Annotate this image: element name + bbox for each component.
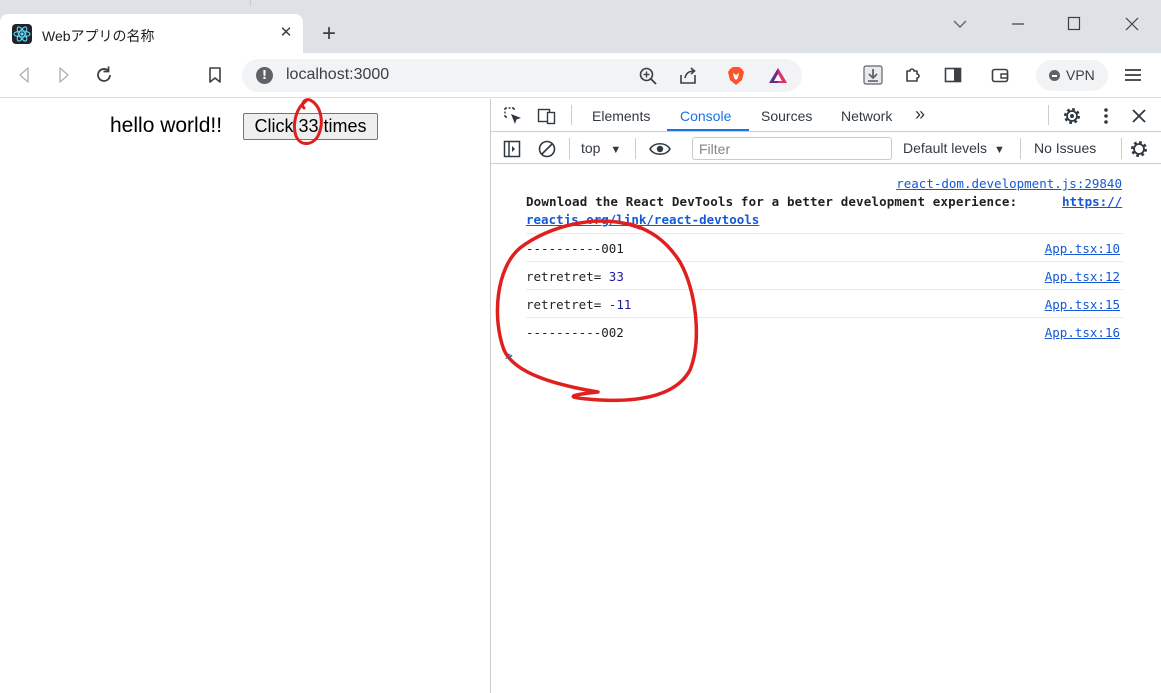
console-prompt-icon[interactable]: >: [505, 349, 513, 364]
tab-title: Webアプリの名称: [42, 28, 155, 44]
menu-icon[interactable]: [1122, 64, 1144, 86]
extensions-icon[interactable]: [902, 64, 924, 86]
settings-gear-icon[interactable]: [1062, 106, 1082, 126]
download-icon[interactable]: [862, 64, 884, 86]
filter-placeholder: Filter: [699, 141, 731, 157]
inspect-element-icon[interactable]: [503, 106, 523, 126]
issues-counter[interactable]: No Issues: [1034, 140, 1096, 156]
log-levels-dropdown[interactable]: Default levels ▼: [903, 140, 1005, 156]
bookmark-icon[interactable]: [204, 64, 226, 86]
window-close-icon[interactable]: [1120, 14, 1144, 34]
maximize-icon[interactable]: [1062, 14, 1086, 34]
vpn-status-icon: [1049, 70, 1060, 81]
hello-text: hello world!!: [110, 114, 223, 137]
console-message: retretret= 33 App.tsx:12: [526, 261, 1123, 289]
console-message-source[interactable]: App.tsx:16: [1045, 325, 1120, 340]
levels-label: Default levels: [903, 140, 988, 156]
minimize-icon[interactable]: [1006, 14, 1030, 34]
filter-separator-3: [1020, 138, 1021, 159]
brave-rewards-icon[interactable]: [767, 65, 789, 87]
tab-close-icon[interactable]: ✕: [277, 24, 295, 42]
clear-console-icon[interactable]: [537, 139, 557, 159]
wallet-icon[interactable]: [989, 64, 1011, 86]
back-icon[interactable]: [13, 64, 35, 86]
brave-shield-icon[interactable]: [725, 65, 747, 87]
tab-strip: Webアプリの名称 ✕ +: [0, 0, 1161, 53]
console-message: ----------001 App.tsx:10: [526, 233, 1123, 261]
context-selector[interactable]: top ▼: [581, 140, 621, 156]
filter-separator-4: [1121, 138, 1122, 159]
console-output: react-dom.development.js:29840 Download …: [491, 165, 1161, 693]
console-sidebar-icon[interactable]: [502, 139, 522, 159]
browser-toolbar: localhost:3000 V: [0, 53, 1161, 98]
vpn-label: VPN: [1066, 67, 1095, 83]
vpn-button[interactable]: VPN: [1036, 60, 1108, 91]
tab-search-icon[interactable]: [948, 14, 972, 34]
devtools-tabbar: Elements Console Sources Network »: [491, 99, 1161, 132]
sidebar-icon[interactable]: [942, 64, 964, 86]
address-bar[interactable]: localhost:3000: [242, 59, 802, 92]
levels-dropdown-arrow-icon: ▼: [993, 144, 1005, 156]
react-logo-icon: [12, 24, 32, 44]
console-message-text: retretret= 33: [526, 269, 624, 284]
browser-tab[interactable]: Webアプリの名称 ✕: [0, 14, 303, 53]
kebab-menu-icon[interactable]: [1096, 106, 1116, 126]
tabbar-separator-right: [1048, 105, 1049, 125]
reload-icon[interactable]: [93, 64, 115, 86]
console-filter-input[interactable]: Filter: [692, 137, 892, 160]
filter-separator-2: [635, 138, 636, 159]
console-message: retretret= -11 App.tsx:15: [526, 289, 1123, 317]
forward-icon[interactable]: [53, 64, 75, 86]
share-icon[interactable]: [677, 65, 699, 87]
console-message-text: ----------002: [526, 325, 624, 340]
address-url[interactable]: localhost:3000: [286, 66, 389, 84]
tab-console[interactable]: Console: [680, 108, 731, 124]
page-viewport: hello world!! Click 33 times: [0, 99, 490, 693]
console-settings-gear-icon[interactable]: [1129, 139, 1149, 159]
console-message-text: retretret= -11: [526, 297, 632, 312]
console-message-text: ----------001: [526, 241, 624, 256]
device-toolbar-icon[interactable]: [537, 106, 557, 126]
site-info-icon[interactable]: [256, 67, 273, 84]
more-tabs-icon[interactable]: »: [915, 104, 925, 125]
browser-window: Webアプリの名称 ✕ + local: [0, 0, 1161, 693]
filter-separator: [569, 138, 570, 159]
tab-elements[interactable]: Elements: [592, 108, 650, 124]
console-filterbar: top ▼ Filter Default levels ▼ No Issues: [491, 133, 1161, 164]
tabbar-separator: [571, 105, 572, 125]
click-counter-button[interactable]: Click 33 times: [243, 113, 378, 140]
devtools-panel: Elements Console Sources Network » top ▼…: [490, 99, 1161, 693]
zoom-icon[interactable]: [637, 65, 659, 87]
tab-network[interactable]: Network: [841, 108, 892, 124]
devtools-close-icon[interactable]: [1129, 106, 1149, 126]
active-tab-indicator: [667, 129, 749, 131]
react-devtools-message: Download the React DevTools for a better…: [526, 194, 1018, 209]
console-message-source[interactable]: App.tsx:12: [1045, 269, 1120, 284]
context-value: top: [581, 140, 601, 156]
react-devtools-link-part1[interactable]: https://: [1062, 194, 1122, 209]
live-expression-eye-icon[interactable]: [648, 139, 672, 159]
intro-source-link[interactable]: react-dom.development.js:29840: [896, 176, 1122, 191]
console-message: ----------002 App.tsx:16: [526, 317, 1123, 345]
dropdown-arrow-icon: ▼: [610, 144, 622, 156]
console-message-source[interactable]: App.tsx:10: [1045, 241, 1120, 256]
new-tab-button[interactable]: +: [316, 22, 342, 48]
console-message-source[interactable]: App.tsx:15: [1045, 297, 1120, 312]
react-devtools-link-part2[interactable]: reactjs.org/link/react-devtools: [526, 212, 759, 227]
tab-sources[interactable]: Sources: [761, 108, 812, 124]
tab-strip-divider: [250, 0, 251, 6]
